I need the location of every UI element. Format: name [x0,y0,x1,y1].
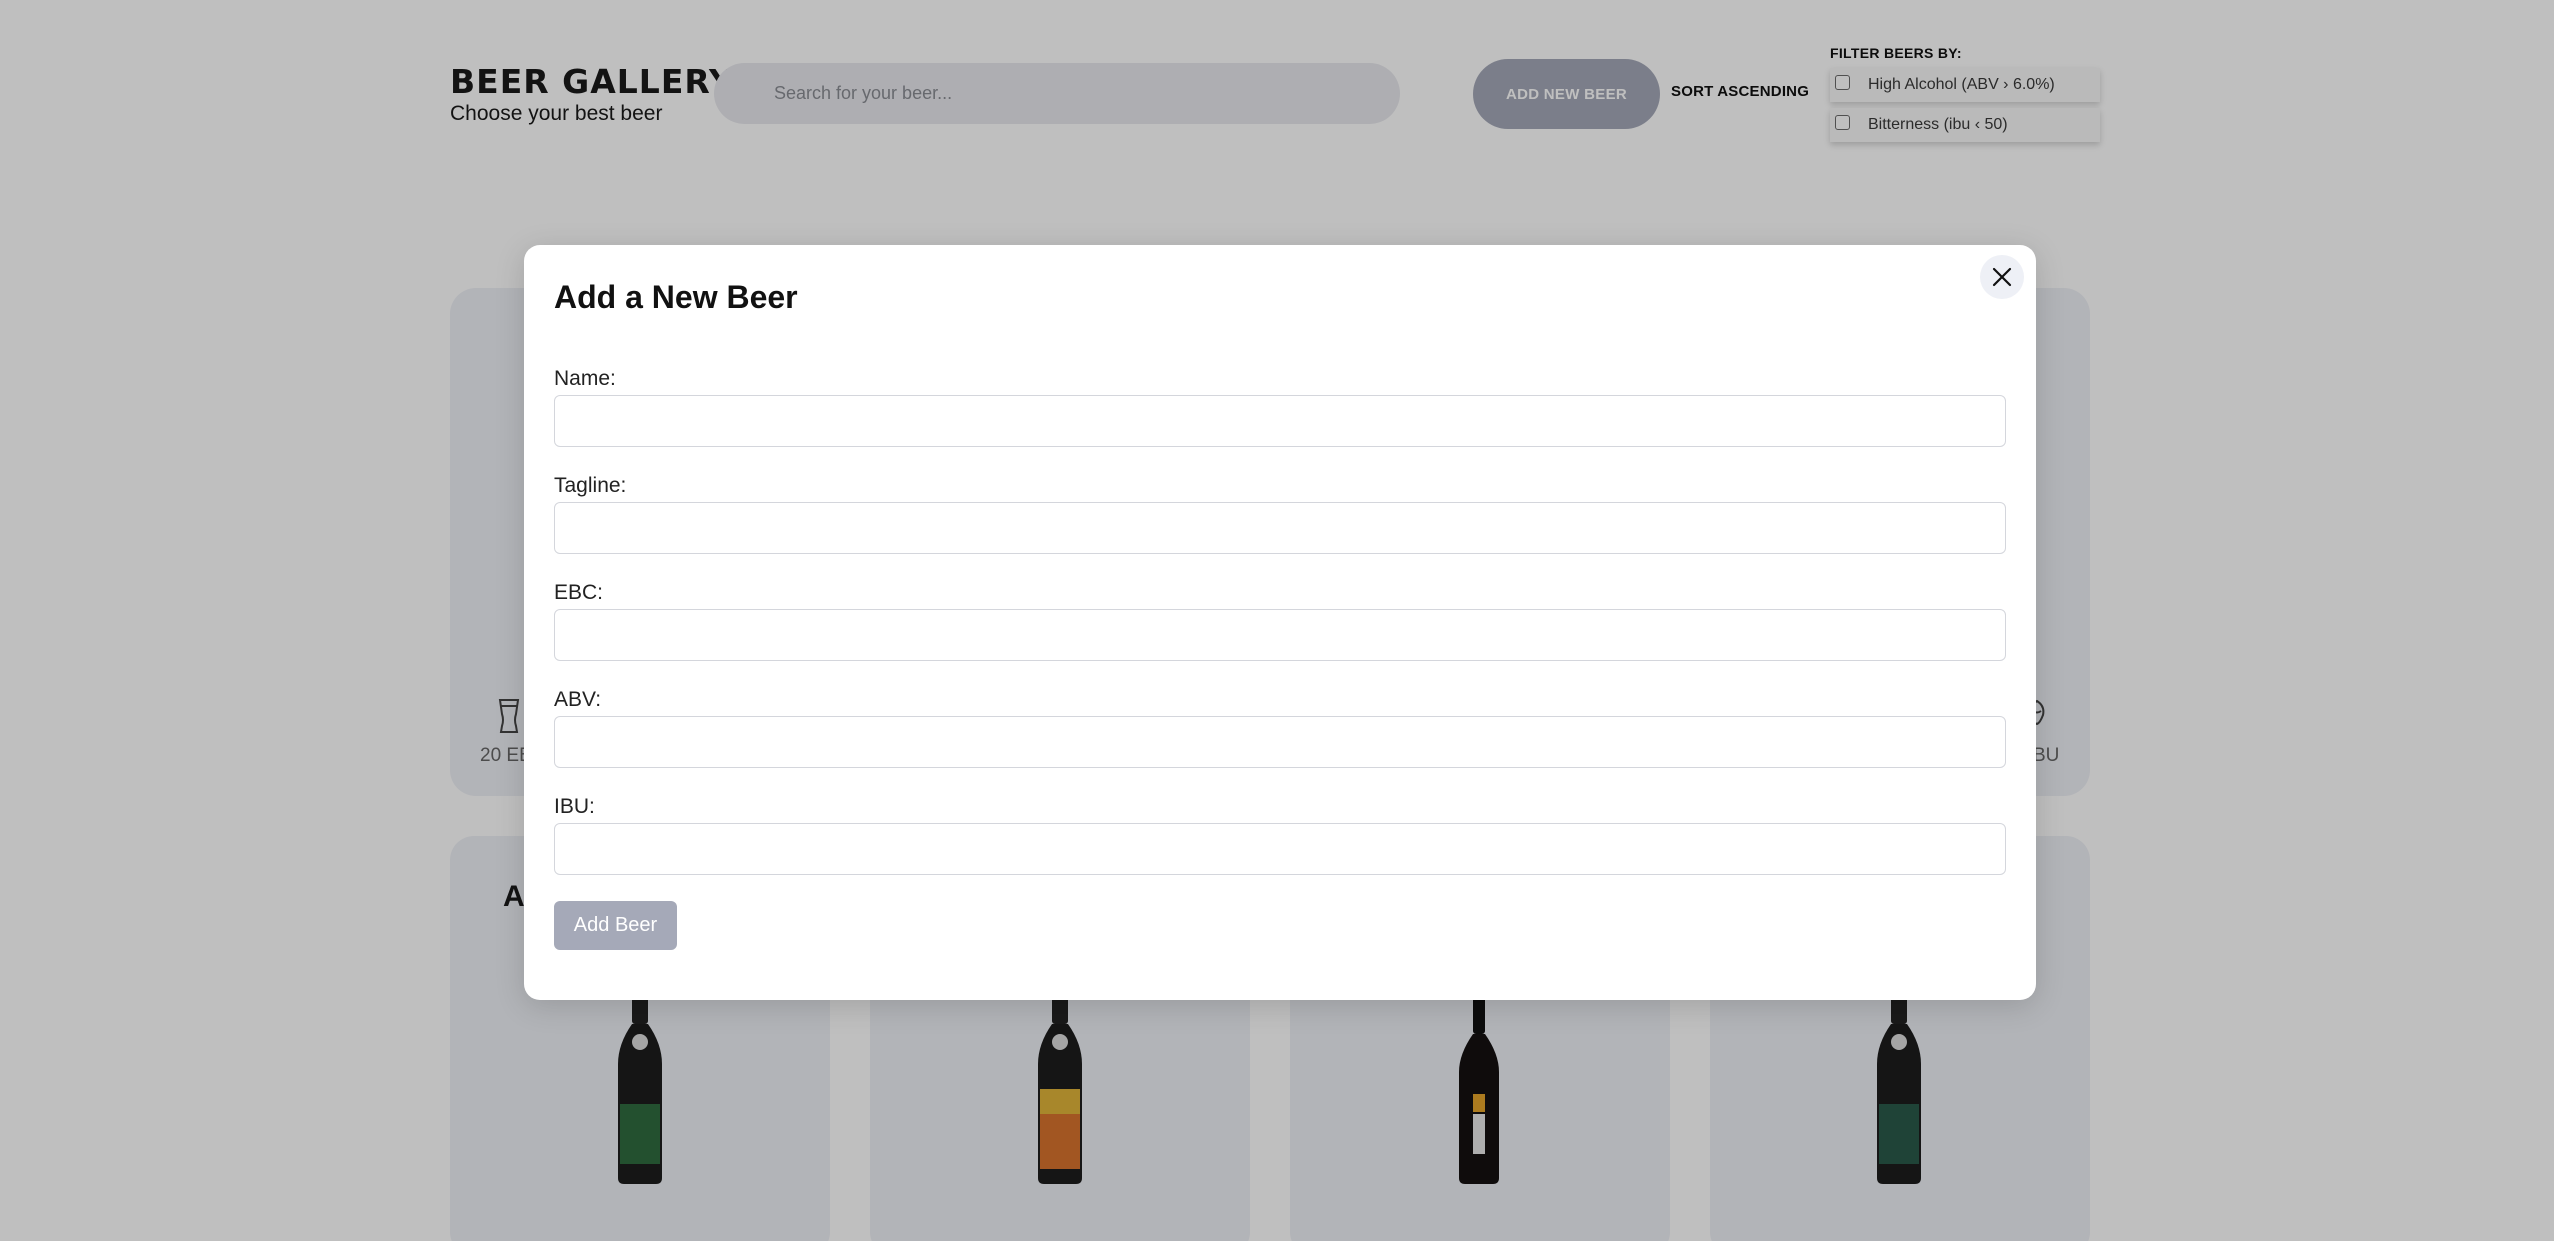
modal-title: Add a New Beer [554,279,798,315]
ibu-field[interactable] [554,823,2006,875]
abv-field[interactable] [554,716,2006,768]
add-beer-button[interactable]: Add Beer [554,901,677,950]
abv-label: ABV: [554,688,602,711]
close-icon [1992,267,2012,287]
name-label: Name: [554,367,616,390]
close-button[interactable] [1980,255,2024,299]
add-beer-modal: Add a New Beer Name: Tagline: EBC: ABV: … [524,245,2036,1000]
ebc-field[interactable] [554,609,2006,661]
ebc-label: EBC: [554,581,604,604]
tagline-label: Tagline: [554,474,627,497]
ibu-label: IBU: [554,795,595,818]
name-field[interactable] [554,395,2006,447]
tagline-field[interactable] [554,502,2006,554]
